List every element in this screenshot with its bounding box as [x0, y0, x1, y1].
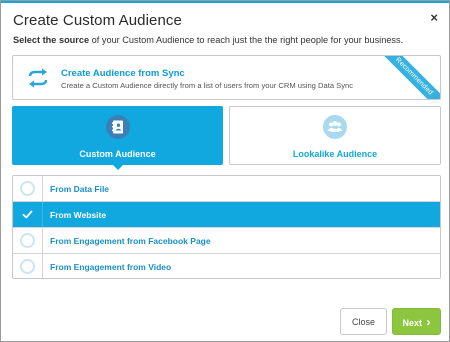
dialog-subtitle: Select the source of your Custom Audienc…	[13, 35, 443, 45]
radio-cell	[13, 228, 43, 253]
sync-arrows-icon	[27, 68, 49, 88]
radio-button[interactable]	[20, 181, 35, 196]
option-from-website[interactable]: From Website	[13, 202, 440, 228]
option-label: From Engagement from Facebook Page	[50, 236, 211, 246]
option-label: From Engagement from Video	[50, 262, 172, 272]
dialog-title: Create Custom Audience	[13, 12, 182, 29]
checkmark-icon[interactable]	[20, 207, 35, 222]
option-from-engagement-video[interactable]: From Engagement from Video	[13, 254, 440, 278]
chevron-right-icon: ›	[426, 315, 431, 329]
option-label: From Website	[50, 210, 107, 220]
close-icon[interactable]: ×	[430, 10, 438, 25]
lookalike-audience-tile[interactable]: Lookalike Audience	[229, 106, 441, 165]
people-group-icon	[323, 115, 347, 139]
sync-description: Create a Custom Audience directly from a…	[61, 81, 354, 90]
option-label: From Data File	[50, 184, 110, 194]
radio-cell	[13, 176, 43, 201]
option-from-engagement-facebook-page[interactable]: From Engagement from Facebook Page	[13, 228, 440, 254]
recommended-ribbon: Recommended	[374, 56, 440, 99]
sync-title: Create Audience from Sync	[61, 68, 185, 79]
next-button[interactable]: Next ›	[392, 308, 441, 335]
option-from-data-file[interactable]: From Data File	[13, 176, 440, 202]
subtitle-text: of your Custom Audience to reach just th…	[89, 35, 404, 45]
radio-button[interactable]	[20, 259, 35, 274]
custom-audience-tile[interactable]: Custom Audience	[12, 106, 223, 170]
radio-cell	[13, 254, 43, 278]
subtitle-emphasis: Select the source	[13, 35, 90, 45]
create-custom-audience-dialog: Create Custom Audience × Select the sour…	[0, 0, 450, 342]
selected-pointer	[111, 164, 124, 170]
source-options-list: From Data File From Website From Engagem…	[12, 175, 441, 279]
radio-cell	[13, 202, 43, 227]
lookalike-audience-label: Lookalike Audience	[292, 149, 378, 159]
create-from-sync-card[interactable]: Create Audience from Sync Create a Custo…	[12, 55, 441, 100]
next-label: Next	[402, 318, 422, 328]
close-button[interactable]: Close	[340, 308, 387, 335]
contact-book-icon	[105, 115, 130, 139]
custom-audience-label: Custom Audience	[79, 149, 156, 159]
radio-button[interactable]	[20, 233, 35, 248]
